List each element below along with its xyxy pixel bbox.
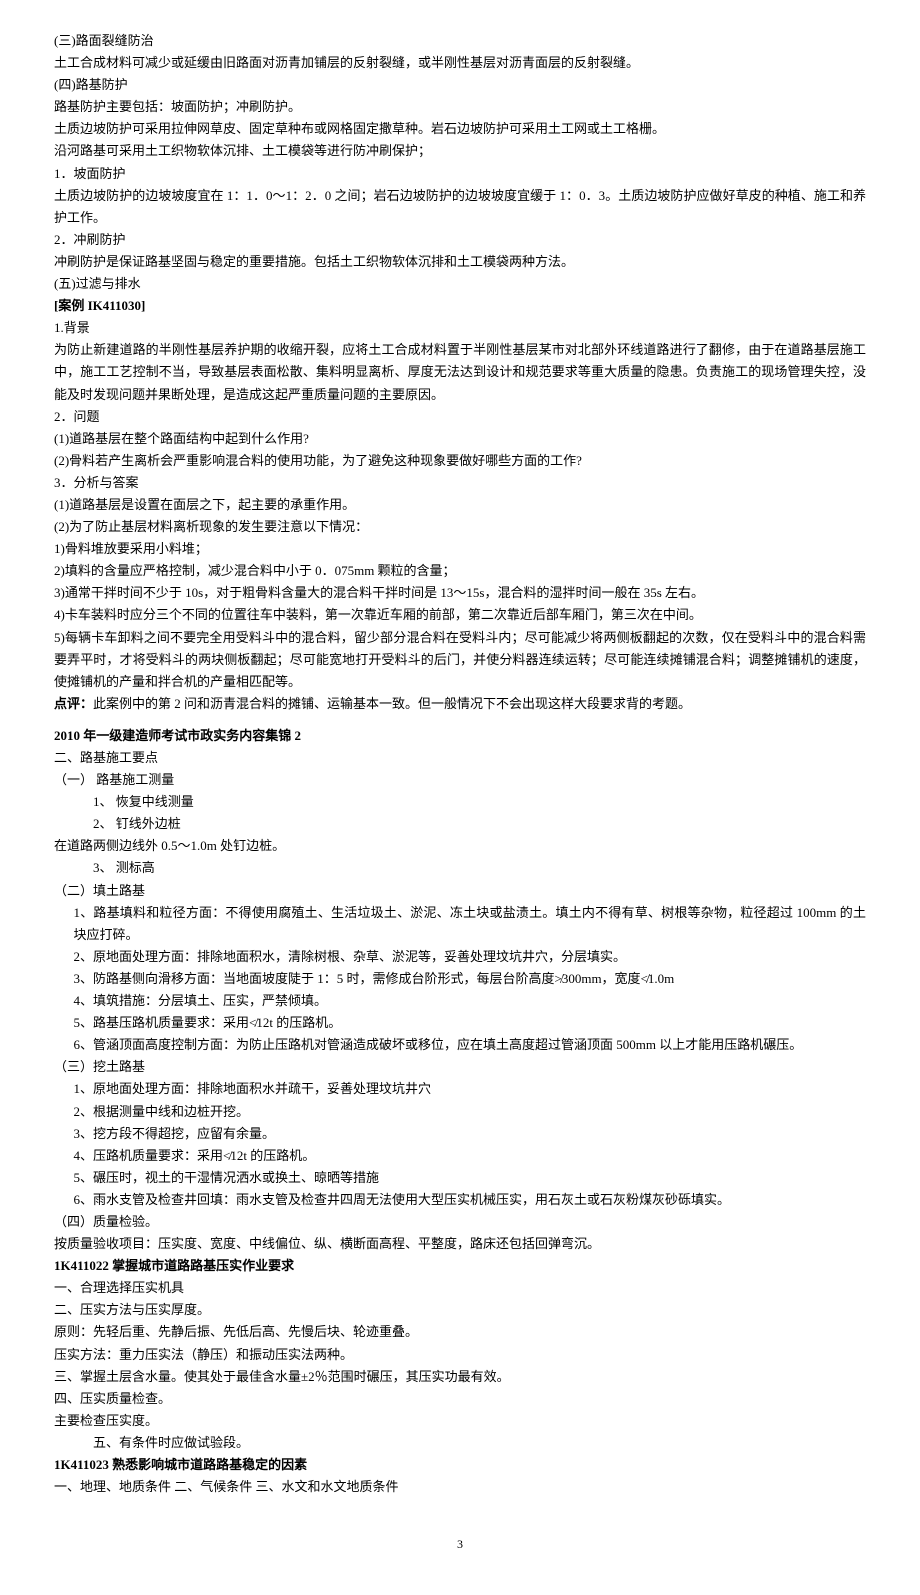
- list-item: 3、防路基侧向滑移方面：当地面坡度陡于 1：5 时，需修成台阶形式，每层台阶高度…: [54, 968, 866, 990]
- comment-label: 点评：: [54, 696, 93, 711]
- para: 压实方法：重力压实法（静压）和振动压实法两种。: [54, 1344, 866, 1366]
- para: 一、合理选择压实机具: [54, 1277, 866, 1299]
- heading-section-3: (三)路面裂缝防治: [54, 30, 866, 52]
- case-title: [案例 IK411030]: [54, 295, 866, 317]
- para: 在道路两侧边线外 0.5～1.0m 处钉边桩。: [54, 835, 866, 857]
- case-question-2: (2)骨料若产生离析会严重影响混合料的使用功能，为了避免这种现象要做好哪些方面的…: [54, 450, 866, 472]
- list-item: 3、挖方段不得超挖，应留有余量。: [54, 1123, 866, 1145]
- section-3-title: 1K411022 掌握城市道路路基压实作业要求: [54, 1255, 866, 1277]
- list-item: 6、雨水支管及检查井回填：雨水支管及检查井四周无法使用大型压实机械压实，用石灰土…: [54, 1189, 866, 1211]
- para: 沿河路基可采用土工织物软体沉排、土工模袋等进行防冲刷保护；: [54, 140, 866, 162]
- list-item: 2、根据测量中线和边桩开挖。: [54, 1101, 866, 1123]
- list-item: 4、压路机质量要求：采用≮12t 的压路机。: [54, 1145, 866, 1167]
- case-question-1: (1)道路基层在整个路面结构中起到什么作用?: [54, 428, 866, 450]
- para: 1．坡面防护: [54, 163, 866, 185]
- para: 二、压实方法与压实厚度。: [54, 1299, 866, 1321]
- case-answer-item: 4)卡车装料时应分三个不同的位置往车中装料，第一次靠近车厢的前部，第二次靠近后部…: [54, 604, 866, 626]
- list-item: 1、路基填料和粒径方面：不得使用腐殖土、生活垃圾土、淤泥、冻土块或盐渍土。填土内…: [54, 902, 866, 946]
- case-answer-item: 1)骨料堆放要采用小料堆；: [54, 538, 866, 560]
- list-item: 2、原地面处理方面：排除地面积水，清除树根、杂草、淤泥等，妥善处理坟坑井穴，分层…: [54, 946, 866, 968]
- para: 土质边坡防护可采用拉伸网草皮、固定草种布或网格固定撒草种。岩石边坡防护可采用土工…: [54, 118, 866, 140]
- case-answer-heading: 3．分析与答案: [54, 472, 866, 494]
- para: 五、有条件时应做试验段。: [54, 1432, 866, 1454]
- para: 按质量验收项目：压实度、宽度、中线偏位、纵、横断面高程、平整度，路床还包括回弹弯…: [54, 1233, 866, 1255]
- para: 主要检查压实度。: [54, 1410, 866, 1432]
- section-2-title: 2010 年一级建造师考试市政实务内容集锦 2: [54, 725, 866, 747]
- heading-section-5: (五)过滤与排水: [54, 273, 866, 295]
- para: 四、压实质量检查。: [54, 1388, 866, 1410]
- case-comment: 点评：此案例中的第 2 问和沥青混合料的摊铺、运输基本一致。但一般情况下不会出现…: [54, 693, 866, 715]
- comment-text: 此案例中的第 2 问和沥青混合料的摊铺、运输基本一致。但一般情况下不会出现这样大…: [93, 696, 691, 711]
- list-item: 3、 测标高: [54, 857, 866, 879]
- case-answer-2: (2)为了防止基层材料离析现象的发生要注意以下情况：: [54, 516, 866, 538]
- list-item: 2、 钉线外边桩: [54, 813, 866, 835]
- para: 一、地理、地质条件 二、气候条件 三、水文和水文地质条件: [54, 1476, 866, 1498]
- case-answer-1: (1)道路基层是设置在面层之下，起主要的承重作用。: [54, 494, 866, 516]
- para: 三、掌握土层含水量。使其处于最佳含水量±2％范围时碾压，其压实功最有效。: [54, 1366, 866, 1388]
- sub-heading: （四）质量检验。: [54, 1211, 866, 1233]
- list-item: 4、填筑措施：分层填土、压实，严禁倾填。: [54, 990, 866, 1012]
- para: 原则：先轻后重、先静后振、先低后高、先慢后块、轮迹重叠。: [54, 1321, 866, 1343]
- case-background-text: 为防止新建道路的半刚性基层养护期的收缩开裂，应将土工合成材料置于半刚性基层某市对…: [54, 339, 866, 405]
- para: 土工合成材料可减少或延缓由旧路面对沥青加铺层的反射裂缝，或半刚性基层对沥青面层的…: [54, 52, 866, 74]
- para: 2．冲刷防护: [54, 229, 866, 251]
- list-item: 5、路基压路机质量要求：采用≮12t 的压路机。: [54, 1012, 866, 1034]
- case-answer-item: 3)通常干拌时间不少于 10s，对于粗骨料含量大的混合料干拌时间是 13～15s…: [54, 582, 866, 604]
- list-item: 1、 恢复中线测量: [54, 791, 866, 813]
- list-item: 5、碾压时，视土的干湿情况洒水或换土、晾晒等措施: [54, 1167, 866, 1189]
- case-background-heading: 1.背景: [54, 317, 866, 339]
- case-question-heading: 2．问题: [54, 406, 866, 428]
- para: 土质边坡防护的边坡坡度宜在 1：1．0～1：2．0 之间；岩石边坡防护的边坡坡度…: [54, 185, 866, 229]
- para: 路基防护主要包括：坡面防护；冲刷防护。: [54, 96, 866, 118]
- sub-heading: （三）挖土路基: [54, 1056, 866, 1078]
- heading-section-4: (四)路基防护: [54, 74, 866, 96]
- list-item: 1、原地面处理方面：排除地面积水并疏干，妥善处理坟坑井穴: [54, 1078, 866, 1100]
- para: 二、路基施工要点: [54, 747, 866, 769]
- section-4-title: 1K411023 熟悉影响城市道路路基稳定的因素: [54, 1454, 866, 1476]
- sub-heading: （二）填土路基: [54, 880, 866, 902]
- page-number: 3: [54, 1534, 866, 1554]
- case-answer-item: 5)每辆卡车卸料之间不要完全用受料斗中的混合料，留少部分混合料在受料斗内；尽可能…: [54, 627, 866, 693]
- para: 冲刷防护是保证路基坚固与稳定的重要措施。包括土工织物软体沉排和土工模袋两种方法。: [54, 251, 866, 273]
- sub-heading: （一） 路基施工测量: [54, 769, 866, 791]
- case-answer-item: 2)填料的含量应严格控制，减少混合料中小于 0．075mm 颗粒的含量；: [54, 560, 866, 582]
- list-item: 6、管涵顶面高度控制方面：为防止压路机对管涵造成破坏或移位，应在填土高度超过管涵…: [54, 1034, 866, 1056]
